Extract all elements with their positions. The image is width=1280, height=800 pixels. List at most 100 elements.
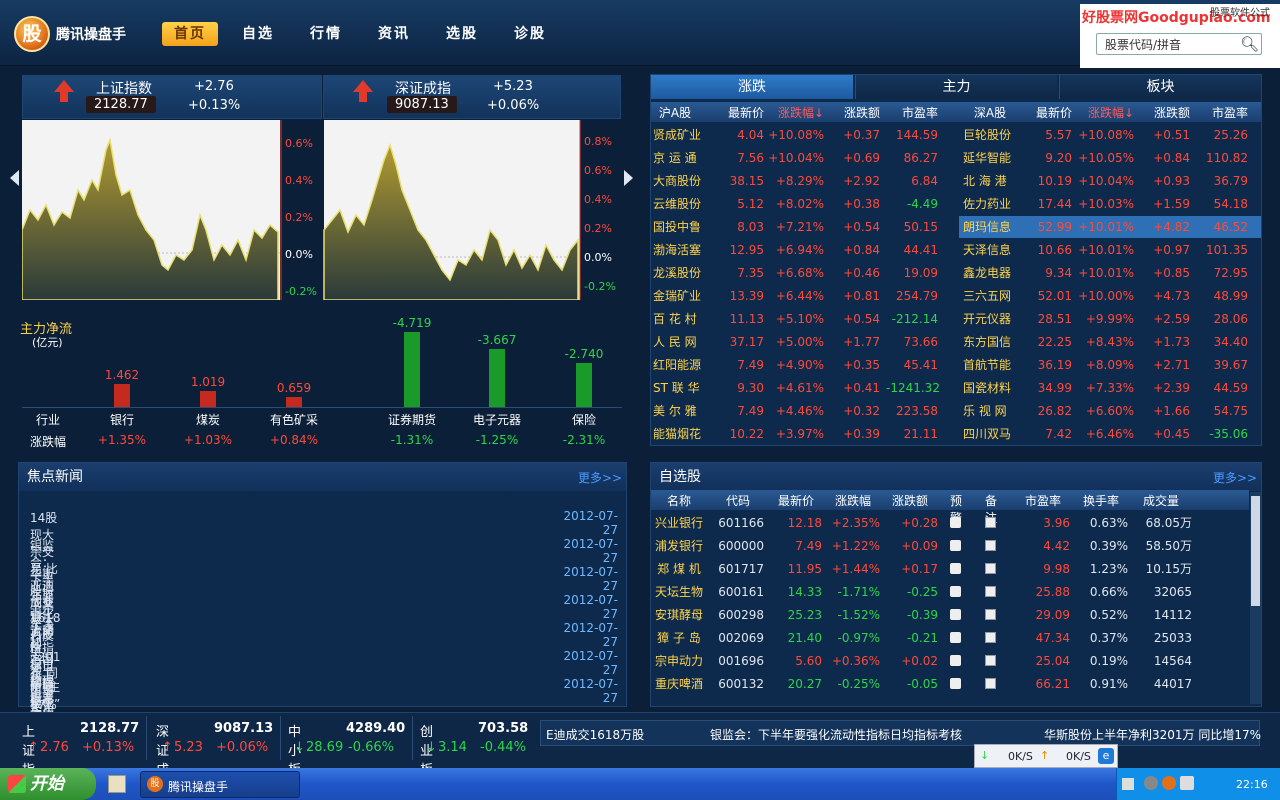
watch-more-link[interactable]: 更多>> [1213, 469, 1257, 486]
rank-stock-name[interactable]: 三六五网 [963, 285, 1027, 307]
rank-col-header[interactable]: 市盈率 [886, 104, 938, 121]
volume-icon[interactable] [1180, 776, 1194, 790]
flow-industry-name[interactable]: 煤炭 [168, 411, 248, 428]
nav-screener[interactable]: 选股 [434, 22, 490, 46]
network-icon[interactable] [1144, 776, 1158, 790]
tab-sector[interactable]: 板块 [1059, 75, 1261, 99]
rank-stock-name[interactable]: 朗玛信息 [963, 216, 1027, 238]
rank-col-header[interactable]: 深A股 [963, 104, 1017, 121]
rank-stock-name[interactable]: 东方国信 [963, 331, 1027, 353]
flow-industry-name[interactable]: 有色矿采 [254, 411, 334, 428]
alert-bell-icon[interactable] [950, 517, 961, 528]
rank-col-header[interactable]: 涨跌幅↓ [1076, 104, 1134, 121]
rank-stock-name[interactable]: 百 花 村 [653, 308, 711, 330]
rank-stock-name[interactable]: 金瑞矿业 [653, 285, 711, 307]
watch-col-header[interactable]: 最新价 [770, 492, 822, 509]
nav-diagnosis[interactable]: 诊股 [502, 22, 558, 46]
alert-bell-icon[interactable] [950, 586, 961, 597]
note-edit-icon[interactable] [985, 517, 996, 528]
keyboard-icon[interactable] [1122, 778, 1134, 790]
rank-stock-name[interactable]: 巨轮股份 [963, 124, 1027, 146]
watch-col-header[interactable]: 代码 [712, 492, 764, 509]
watch-col-header[interactable]: 涨跌幅 [826, 492, 880, 509]
rank-stock-name[interactable]: 四川双马 [963, 423, 1027, 445]
rank-stock-name[interactable]: 渤海活塞 [653, 239, 711, 261]
watch-col-header[interactable]: 名称 [651, 492, 707, 509]
rank-stock-name[interactable]: 延华智能 [963, 147, 1027, 169]
rank-stock-name[interactable]: 首航节能 [963, 354, 1027, 376]
rank-col-header[interactable]: 最新价 [1020, 104, 1072, 121]
alert-bell-icon[interactable] [950, 540, 961, 551]
nav-market[interactable]: 行情 [298, 22, 354, 46]
app-tray-icon[interactable] [1162, 776, 1176, 790]
rank-stock-name[interactable]: 贤成矿业 [653, 124, 711, 146]
flow-industry-name[interactable]: 证券期货 [372, 411, 452, 428]
watch-stock-name[interactable]: 天坛生物 [651, 581, 707, 603]
rank-col-header[interactable]: 涨跌额 [826, 104, 880, 121]
tab-main-force[interactable]: 主力 [855, 75, 1057, 99]
watch-col-header[interactable]: 市盈率 [1016, 492, 1070, 509]
note-edit-icon[interactable] [985, 563, 996, 574]
show-desktop-icon[interactable] [108, 775, 126, 793]
rank-stock-name[interactable]: 人 民 网 [653, 331, 711, 353]
watch-stock-name[interactable]: 安琪酵母 [651, 604, 707, 626]
watch-col-header[interactable]: 涨跌额 [882, 492, 938, 509]
rank-stock-name[interactable]: 开元仪器 [963, 308, 1027, 330]
rank-stock-name[interactable]: 北 海 港 [963, 170, 1027, 192]
watch-stock-name[interactable]: 獐 子 岛 [651, 627, 707, 649]
rank-col-header[interactable]: 涨跌额 [1138, 104, 1190, 121]
watch-stock-name[interactable]: 宗申动力 [651, 650, 707, 672]
watch-scrollbar[interactable] [1250, 492, 1261, 704]
news-ticker-item[interactable]: 华斯股份上半年净利3201万 同比增17% [1044, 726, 1261, 743]
watch-col-header[interactable]: 换手率 [1074, 492, 1128, 509]
rank-stock-name[interactable]: 国投中鲁 [653, 216, 711, 238]
news-ticker-item[interactable]: 银监会：下半年要强化流动性指标日均指标考核 [710, 726, 962, 743]
rank-stock-name[interactable]: 京 运 通 [653, 147, 711, 169]
rank-stock-name[interactable]: 鑫龙电器 [963, 262, 1027, 284]
rank-stock-name[interactable]: ST 联 华 [653, 377, 711, 399]
tab-rise-fall[interactable]: 涨跌 [651, 75, 853, 99]
note-edit-icon[interactable] [985, 655, 996, 666]
note-edit-icon[interactable] [985, 678, 996, 689]
watch-stock-name[interactable]: 浦发银行 [651, 535, 707, 557]
rank-stock-name[interactable]: 红阳能源 [653, 354, 711, 376]
nav-watchlist[interactable]: 自选 [230, 22, 286, 46]
rank-col-header[interactable]: 市盈率 [1192, 104, 1248, 121]
alert-bell-icon[interactable] [950, 655, 961, 666]
note-edit-icon[interactable] [985, 586, 996, 597]
rank-stock-name[interactable]: 美 尔 雅 [653, 400, 711, 422]
rank-stock-name[interactable]: 龙溪股份 [653, 262, 711, 284]
rank-stock-name[interactable]: 大商股份 [653, 170, 711, 192]
rank-stock-name[interactable]: 能猫烟花 [653, 423, 711, 445]
news-more-link[interactable]: 更多>> [578, 469, 622, 486]
rank-col-header[interactable]: 最新价 [706, 104, 764, 121]
rank-stock-name[interactable]: 云维股份 [653, 193, 711, 215]
next-arrow-icon[interactable] [624, 170, 633, 186]
news-ticker-item[interactable]: E迪成交1618万股 [546, 726, 644, 743]
watch-col-header[interactable]: 成交量 [1130, 492, 1192, 509]
flow-industry-name[interactable]: 电子元器 [457, 411, 537, 428]
prev-arrow-icon[interactable] [10, 170, 19, 186]
alert-bell-icon[interactable] [950, 609, 961, 620]
alert-bell-icon[interactable] [950, 563, 961, 574]
rank-stock-name[interactable]: 天泽信息 [963, 239, 1027, 261]
rank-stock-name[interactable]: 佐力药业 [963, 193, 1027, 215]
flow-industry-name[interactable]: 银行 [82, 411, 162, 428]
search-input[interactable]: 股票代码/拼音 [1096, 33, 1262, 55]
search-icon[interactable]: 🔍︎ [1240, 35, 1259, 53]
rank-col-header[interactable]: 涨跌幅↓ [768, 104, 824, 121]
note-edit-icon[interactable] [985, 609, 996, 620]
alert-bell-icon[interactable] [950, 632, 961, 643]
rank-stock-name[interactable]: 乐 视 网 [963, 400, 1027, 422]
watch-stock-name[interactable]: 兴业银行 [651, 512, 707, 534]
rank-stock-name[interactable]: 国瓷材料 [963, 377, 1027, 399]
watch-stock-name[interactable]: 郑 煤 机 [651, 558, 707, 580]
note-edit-icon[interactable] [985, 632, 996, 643]
rank-col-header[interactable]: 沪A股 [653, 104, 697, 121]
alert-bell-icon[interactable] [950, 678, 961, 689]
browser-icon[interactable]: e [1098, 748, 1114, 764]
nav-news[interactable]: 资讯 [366, 22, 422, 46]
note-edit-icon[interactable] [985, 540, 996, 551]
watch-stock-name[interactable]: 重庆啤酒 [651, 673, 707, 695]
flow-industry-name[interactable]: 保险 [544, 411, 624, 428]
